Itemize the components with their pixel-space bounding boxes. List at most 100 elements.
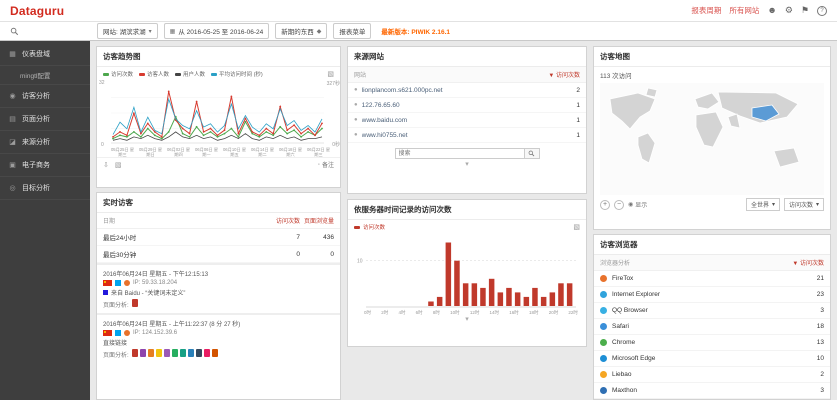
help-icon[interactable]: ? — [817, 6, 827, 16]
page-preview-icon[interactable] — [180, 349, 186, 357]
date-range-selector[interactable]: ▦ 从 2016-05-25 至 2016-06-24 — [164, 23, 270, 39]
gear-icon[interactable]: ⚙ — [785, 6, 793, 15]
legend-item-visitors[interactable]: 访客人数 — [139, 70, 169, 78]
browser-row: QQ Browser3 — [594, 303, 830, 319]
visitors-icon: ◉ — [8, 92, 17, 100]
page-preview-icon[interactable] — [196, 349, 202, 357]
export-image-icon[interactable]: ▧ — [327, 70, 334, 78]
panel-title[interactable]: 来源网站 — [354, 51, 384, 62]
visitor-ip: IP: 124.152.39.6 — [133, 330, 177, 336]
y-axis-right-max: 327秒 — [327, 80, 340, 87]
map-metric-select[interactable]: 访问次数 ▾ — [784, 198, 824, 211]
sidebar-item-label: 电子商务 — [22, 160, 50, 170]
globe-icon: ● — [354, 117, 358, 123]
ecommerce-icon: ▣ — [8, 161, 17, 169]
page-preview-icon[interactable] — [212, 349, 218, 357]
panel-title[interactable]: 访客地图 — [600, 51, 630, 62]
metric-label[interactable]: 访问次数 — [363, 223, 385, 231]
panel-realtime-visitors: 实时访客 日期 访问次数 页面浏览量 最后24小时 7 436 最后30分钟 0… — [96, 192, 341, 400]
panel-title[interactable]: 实时访客 — [103, 197, 133, 208]
browser-row: Maxthon3 — [594, 383, 830, 399]
referrer-search-button[interactable] — [525, 148, 540, 159]
panel-title[interactable]: 访客趋势图 — [103, 51, 141, 62]
user-icon[interactable]: ☻ — [767, 6, 776, 15]
panel-visitor-browsers: 访客浏览器 浏览器分析 ▼ 访问次数 FireTox21 Internet Ex… — [593, 234, 831, 400]
search-icon[interactable] — [10, 27, 19, 36]
panel-visitor-map: 访客地图 113 次访问 + − ◉ 显示 — [593, 46, 831, 230]
annotation-icon: ◦ — [318, 162, 320, 168]
page-preview-icon[interactable] — [172, 349, 178, 357]
legend-item-visits[interactable]: 访问次数 — [103, 70, 133, 78]
page-preview-icon[interactable] — [140, 349, 146, 357]
referrer-row[interactable]: ● 122.76.65.60 1 — [348, 98, 586, 113]
link-all-websites[interactable]: 所有网站 — [729, 5, 759, 16]
internet-explorer-icon — [600, 291, 607, 298]
visitor-log-entry: 2016年06月24日 星期五 - 上午11:22:37 (8 分 27 秒) … — [97, 313, 340, 363]
map-show-toggle[interactable]: ◉ 显示 — [628, 200, 647, 209]
link-report-period[interactable]: 报表周期 — [691, 5, 721, 16]
panel-title[interactable]: 访客浏览器 — [600, 239, 638, 250]
sidebar-item-visitors[interactable]: ◉ 访客分析 — [0, 85, 90, 108]
map-region-select[interactable]: 全世界 ▾ — [746, 198, 780, 211]
trend-x-axis: 05月25日 星期三05月29日 星期日 06月02日 星期四06月06日 星期… — [97, 146, 340, 157]
export-icon[interactable]: ⇩ — [103, 161, 109, 169]
globe-icon: ● — [354, 102, 358, 108]
sidebar-item-referrers[interactable]: ◪ 来源分析 — [0, 131, 90, 154]
panel-title[interactable]: 依服务器时间记录的访问次数 — [354, 204, 452, 215]
calendar-icon: ▦ — [170, 28, 176, 35]
sidebar-item-goals[interactable]: ◎ 目标分析 — [0, 177, 90, 200]
legend-item-avg-time[interactable]: 平均访问时间 (秒) — [211, 70, 263, 78]
liebao-icon — [600, 371, 607, 378]
world-map[interactable] — [600, 83, 824, 195]
sort-by-visits[interactable]: ▼ 访问次数 — [548, 70, 580, 79]
y-axis-left-max: 32 — [99, 80, 105, 86]
globe-icon: ● — [354, 132, 358, 138]
page-preview-icon[interactable] — [164, 349, 170, 357]
page-preview-icon[interactable] — [204, 349, 210, 357]
image-icon[interactable]: ▧ — [115, 161, 122, 169]
expand-icon[interactable]: ▾ — [348, 161, 586, 168]
y-axis-left-min: 0 — [101, 142, 104, 148]
annotations-toggle[interactable]: ◦ 备注 — [318, 160, 334, 169]
browsers-subtab[interactable]: 浏览器分析 — [600, 258, 630, 267]
page-preview-icon[interactable] — [132, 349, 138, 357]
sidebar-item-label: 来源分析 — [22, 137, 50, 147]
zoom-in-button[interactable]: + — [600, 200, 610, 210]
safari-icon — [600, 323, 607, 330]
referrer-search-input[interactable] — [395, 148, 525, 159]
export-image-icon[interactable]: ▧ — [573, 223, 580, 231]
bell-icon[interactable]: ⚑ — [801, 6, 809, 15]
country-flag-icon — [103, 280, 112, 286]
dashboard-icon: ▦ — [8, 50, 17, 58]
visit-source[interactable]: 直接链接 — [103, 338, 127, 347]
visit-source[interactable]: 来自 Baidu - “关键词未定义” — [111, 288, 185, 297]
sidebar-item-pages[interactable]: ▤ 页面分析 — [0, 108, 90, 131]
legend-item-users[interactable]: 用户人数 — [175, 70, 205, 78]
zoom-out-button[interactable]: − — [614, 200, 624, 210]
page-preview-icon[interactable] — [156, 349, 162, 357]
version-notice[interactable]: 最新版本: PIWIK 2.16.1 — [381, 26, 450, 36]
browser-row: Safari18 — [594, 319, 830, 335]
browser-row: Microsoft Edge10 — [594, 351, 830, 367]
sidebar-item-dashboard-config[interactable]: mingtl配置 — [0, 66, 90, 85]
segment-selector[interactable]: 新期的东西 ◆ — [275, 23, 327, 39]
app-logo[interactable]: Dataguru — [10, 4, 64, 18]
realtime-summary-row: 最后24小时 7 436 — [97, 229, 340, 246]
sidebar-item-label: 仪表盘域 — [22, 49, 50, 59]
referrer-row[interactable]: ● www.hi0755.net 1 — [348, 128, 586, 143]
site-selector[interactable]: 网站: 湖滨求湖 ▾ — [97, 23, 158, 39]
report-menu-button[interactable]: 报表菜单 — [333, 23, 371, 39]
referrer-row[interactable]: ● www.baidu.com 1 — [348, 113, 586, 128]
panel-visits-trend: 访客趋势图 访问次数 访客人数 用户人数 平均访问时间 (秒) ▧ 32 0 3… — [96, 46, 341, 188]
expand-icon[interactable]: ▾ — [348, 316, 586, 323]
pages-icon: ▤ — [8, 115, 17, 123]
sidebar-item-dashboard[interactable]: ▦ 仪表盘域 — [0, 43, 90, 66]
browser-row: FireTox21 — [594, 271, 830, 287]
page-preview-icon[interactable] — [132, 299, 138, 307]
page-preview-icon[interactable] — [148, 349, 154, 357]
referrer-row[interactable]: ● lionplancom.s621.000pc.net 2 — [348, 83, 586, 98]
sort-by-visits[interactable]: ▼ 访问次数 — [792, 258, 824, 267]
page-preview-icon[interactable] — [188, 349, 194, 357]
chrome-icon — [600, 339, 607, 346]
sidebar-item-ecommerce[interactable]: ▣ 电子商务 — [0, 154, 90, 177]
